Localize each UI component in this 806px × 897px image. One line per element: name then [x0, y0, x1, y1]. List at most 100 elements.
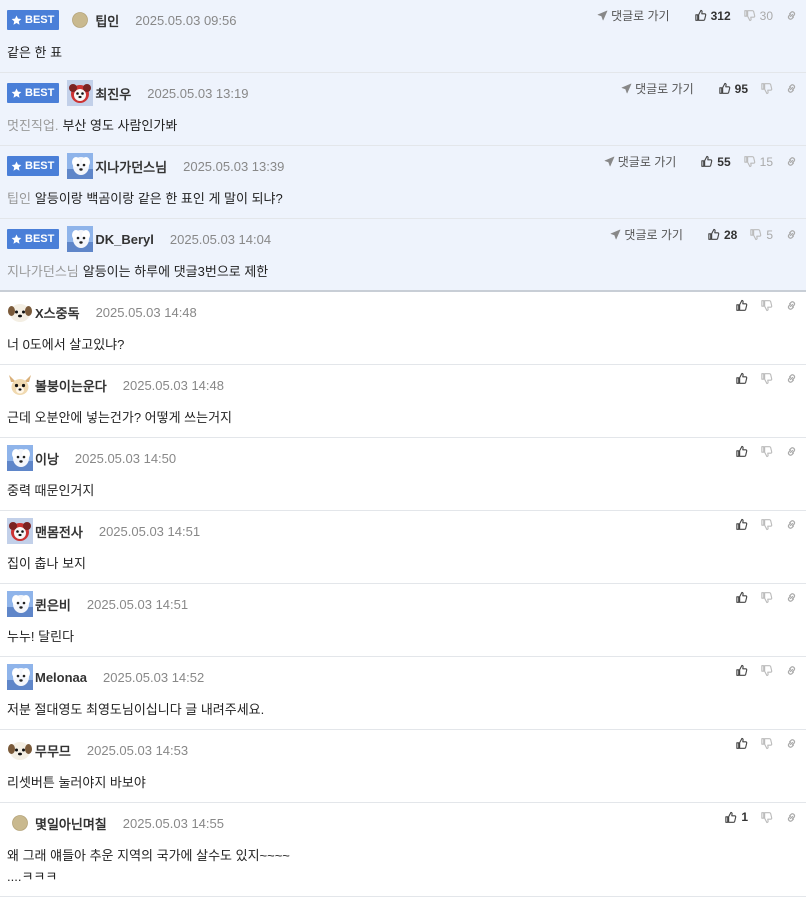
like-button[interactable]	[735, 591, 748, 604]
copy-link-button[interactable]	[785, 737, 798, 750]
goto-reply-link[interactable]: 댓글로 가기	[621, 80, 694, 97]
dot-avatar[interactable]	[72, 12, 89, 28]
link-icon	[785, 737, 798, 750]
comment-date: 2025.05.03 14:53	[86, 742, 189, 758]
dislike-button[interactable]	[760, 664, 773, 677]
copy-link-button[interactable]	[785, 811, 798, 824]
copy-link-button[interactable]	[785, 591, 798, 604]
comment-header: BEST 팁인 2025.05.03 09:56	[7, 9, 236, 31]
dislike-button[interactable]	[760, 518, 773, 531]
reply-target[interactable]: 지나가던스님	[7, 264, 79, 279]
copy-link-button[interactable]	[785, 299, 798, 312]
nickname[interactable]: 볼붕이는운다	[35, 376, 107, 395]
dog-avatar-red[interactable]	[7, 518, 33, 544]
dislike-button[interactable]	[760, 372, 773, 385]
comment-body: 멋진직업. 부산 영도 사람인가봐	[7, 115, 177, 136]
comment-date: 2025.05.03 13:39	[183, 158, 285, 174]
like-button[interactable]: 55	[700, 155, 731, 169]
nickname[interactable]: Melonaa	[35, 670, 87, 685]
nickname[interactable]: DK_Beryl	[95, 232, 154, 247]
thumbs-down-icon	[760, 811, 773, 824]
comment-actions: 댓글로 가기 95	[621, 80, 798, 97]
copy-link-button[interactable]	[785, 9, 798, 22]
comment-header: 퀸은비 2025.05.03 14:51	[7, 591, 189, 617]
dislike-button[interactable]	[760, 445, 773, 458]
comment-actions	[723, 299, 798, 312]
copy-link-button[interactable]	[785, 82, 798, 95]
dog-avatar-blue[interactable]	[7, 664, 33, 690]
star-icon	[11, 234, 22, 245]
dislike-button[interactable]	[760, 82, 773, 95]
best-badge: BEST	[7, 156, 60, 176]
best-badge-label: BEST	[25, 233, 55, 245]
like-button[interactable]: 28	[707, 228, 737, 242]
copy-link-button[interactable]	[785, 228, 798, 241]
nickname[interactable]: 팁인	[95, 11, 119, 30]
like-button[interactable]	[735, 518, 748, 531]
goto-reply-link[interactable]: 댓글로 가기	[597, 7, 670, 24]
dog-avatar-blue[interactable]	[67, 153, 94, 179]
reply-target[interactable]: 팁인	[7, 191, 31, 206]
dislike-button[interactable]: 30	[743, 9, 773, 23]
send-icon	[604, 156, 618, 167]
like-button[interactable]	[735, 299, 748, 312]
thumbs-down-icon	[760, 372, 773, 385]
comment-date: 2025.05.03 14:55	[122, 815, 224, 831]
comment-item: 볼붕이는운다 2025.05.03 14:48 근데 오분안에 넣는건가? 어떻게 …	[0, 365, 806, 438]
chihuahua-avatar[interactable]	[7, 372, 33, 398]
reply-target[interactable]: 멋진직업.	[7, 118, 58, 133]
best-badge-label: BEST	[25, 160, 55, 172]
thumbs-down-icon	[760, 299, 773, 312]
like-button[interactable]: 312	[694, 9, 731, 23]
comment-header: Melonaa 2025.05.03 14:52	[7, 664, 204, 690]
comment-body: 중력 때문인거지	[7, 480, 94, 501]
copy-link-button[interactable]	[785, 445, 798, 458]
comment-text: 집이 춥나 보지	[7, 556, 86, 571]
comment-header: BEST 지나가던스님 2025.05.03 13:39	[7, 153, 285, 179]
comment-body: 지나가던스님 알등이는 하루에 댓글3번으로 제한	[7, 261, 268, 282]
comment-text: 부산 영도 사람인가봐	[62, 118, 178, 133]
goto-reply-link[interactable]: 댓글로 가기	[604, 153, 676, 170]
nickname[interactable]: X스중독	[35, 303, 80, 322]
send-icon	[597, 10, 611, 21]
like-button[interactable]	[735, 737, 748, 750]
comment-body: 누누! 달린다	[7, 626, 74, 647]
nickname[interactable]: 무무므	[35, 741, 71, 760]
dislike-button[interactable]	[760, 299, 773, 312]
puppy-avatar[interactable]	[7, 737, 33, 763]
thumbs-up-icon	[735, 737, 748, 750]
nickname[interactable]: 이낭	[35, 449, 59, 468]
dislike-button[interactable]	[760, 811, 773, 824]
like-button[interactable]	[735, 664, 748, 677]
dislike-button[interactable]: 15	[743, 155, 773, 169]
comment-list: BEST 팁인 2025.05.03 09:56 같은 한 표 댓글로 가기 312 30 B…	[0, 0, 806, 897]
nickname[interactable]: 몇일아닌며칠	[35, 814, 107, 833]
nickname[interactable]: 최진우	[95, 84, 131, 103]
dog-avatar-red[interactable]	[67, 80, 94, 106]
like-button[interactable]: 1	[724, 810, 748, 824]
dog-avatar-blue[interactable]	[7, 445, 33, 471]
nickname[interactable]: 맨몸전사	[35, 522, 83, 541]
like-button[interactable]: 95	[718, 82, 748, 96]
dog-avatar-blue[interactable]	[7, 591, 33, 617]
comment-item: 맨몸전사 2025.05.03 14:51 집이 춥나 보지	[0, 511, 806, 584]
dislike-button[interactable]	[760, 591, 773, 604]
comment-text: 중력 때문인거지	[7, 483, 95, 498]
dislike-button[interactable]: 5	[749, 228, 773, 242]
nickname[interactable]: 퀸은비	[35, 595, 71, 614]
like-button[interactable]	[735, 445, 748, 458]
puppy-avatar[interactable]	[7, 299, 33, 325]
copy-link-button[interactable]	[785, 518, 798, 531]
nickname[interactable]: 지나가던스님	[95, 157, 167, 176]
comment-item: 무무므 2025.05.03 14:53 리셋버튼 눌러야지 바보야	[0, 730, 806, 803]
dislike-button[interactable]	[760, 737, 773, 750]
copy-link-button[interactable]	[785, 155, 798, 168]
like-count: 95	[734, 81, 748, 96]
dot-avatar[interactable]	[12, 815, 28, 831]
goto-reply-link[interactable]: 댓글로 가기	[610, 226, 683, 243]
copy-link-button[interactable]	[785, 372, 798, 385]
comment-date: 2025.05.03 14:51	[86, 596, 189, 612]
like-button[interactable]	[735, 372, 748, 385]
copy-link-button[interactable]	[785, 664, 798, 677]
dog-avatar-blue[interactable]	[67, 226, 94, 252]
